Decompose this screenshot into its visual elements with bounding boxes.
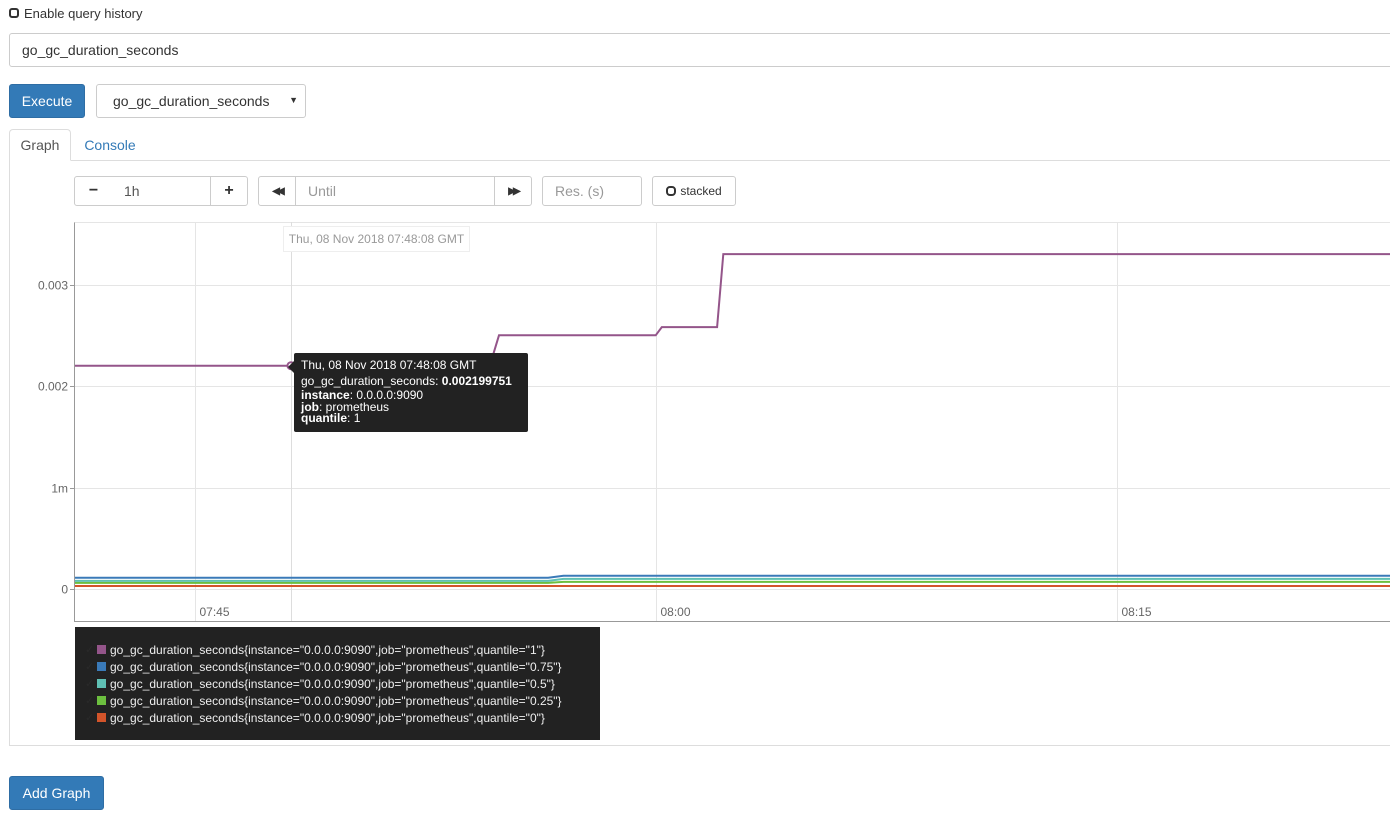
- hover-time-label: Thu, 08 Nov 2018 07:48:08 GMT: [283, 226, 470, 252]
- legend-item[interactable]: ✓ go_gc_duration_seconds{instance="0.0.0…: [85, 675, 600, 692]
- series-line: [75, 574, 1390, 579]
- check-icon: ✓: [85, 678, 95, 690]
- tooltip-metric: go_gc_duration_seconds: [301, 373, 436, 388]
- legend-label: go_gc_duration_seconds{instance="0.0.0.0…: [110, 676, 555, 691]
- check-icon: ✓: [85, 661, 95, 673]
- y-tick-label: 0.002: [38, 380, 68, 394]
- legend-item[interactable]: ✓ go_gc_duration_seconds{instance="0.0.0…: [85, 641, 600, 658]
- y-tick-label: 0: [61, 583, 68, 597]
- legend-label: go_gc_duration_seconds{instance="0.0.0.0…: [110, 642, 545, 657]
- y-tick-label: 0.003: [38, 279, 68, 293]
- legend-swatch: [97, 696, 106, 705]
- check-icon: ✓: [85, 644, 95, 656]
- legend-label: go_gc_duration_seconds{instance="0.0.0.0…: [110, 710, 545, 725]
- tooltip-arrow: [288, 361, 294, 373]
- check-icon: ✓: [85, 712, 95, 724]
- legend-swatch: [97, 645, 106, 654]
- legend-swatch: [97, 679, 106, 688]
- add-graph-label: Add Graph: [22, 785, 91, 801]
- add-graph-button[interactable]: Add Graph: [9, 776, 104, 810]
- tooltip-value: 0.002199751: [441, 373, 512, 388]
- series-line: [75, 253, 1390, 367]
- legend-item[interactable]: ✓ go_gc_duration_seconds{instance="0.0.0…: [85, 692, 600, 709]
- tooltip-quantile: 1: [353, 411, 361, 425]
- tooltip-value-row: go_gc_duration_seconds: 0.002199751: [301, 373, 512, 388]
- hover-tooltip: Thu, 08 Nov 2018 07:48:08 GMT go_gc_dura…: [288, 353, 528, 432]
- y-tick-label: 1m: [51, 482, 68, 496]
- legend-label: go_gc_duration_seconds{instance="0.0.0.0…: [110, 693, 562, 708]
- check-icon: ✓: [85, 695, 95, 707]
- legend-item[interactable]: ✓ go_gc_duration_seconds{instance="0.0.0…: [85, 658, 600, 675]
- series-line: [75, 580, 1390, 584]
- tooltip-quantile-row: quantile: 1: [301, 411, 361, 425]
- tooltip-time: Thu, 08 Nov 2018 07:48:08 GMT: [301, 358, 477, 372]
- legend-swatch: [97, 713, 106, 722]
- legend-item[interactable]: ✓ go_gc_duration_seconds{instance="0.0.0…: [85, 709, 600, 726]
- series-line: [75, 577, 1390, 582]
- x-tick-label: 08:15: [1122, 605, 1152, 619]
- x-tick-label: 07:45: [200, 605, 230, 619]
- tooltip-quantile-label: quantile: [301, 411, 348, 425]
- x-tick-label: 08:00: [661, 605, 691, 619]
- chart-legend: ✓ go_gc_duration_seconds{instance="0.0.0…: [75, 627, 600, 740]
- legend-label: go_gc_duration_seconds{instance="0.0.0.0…: [110, 659, 562, 674]
- legend-swatch: [97, 662, 106, 671]
